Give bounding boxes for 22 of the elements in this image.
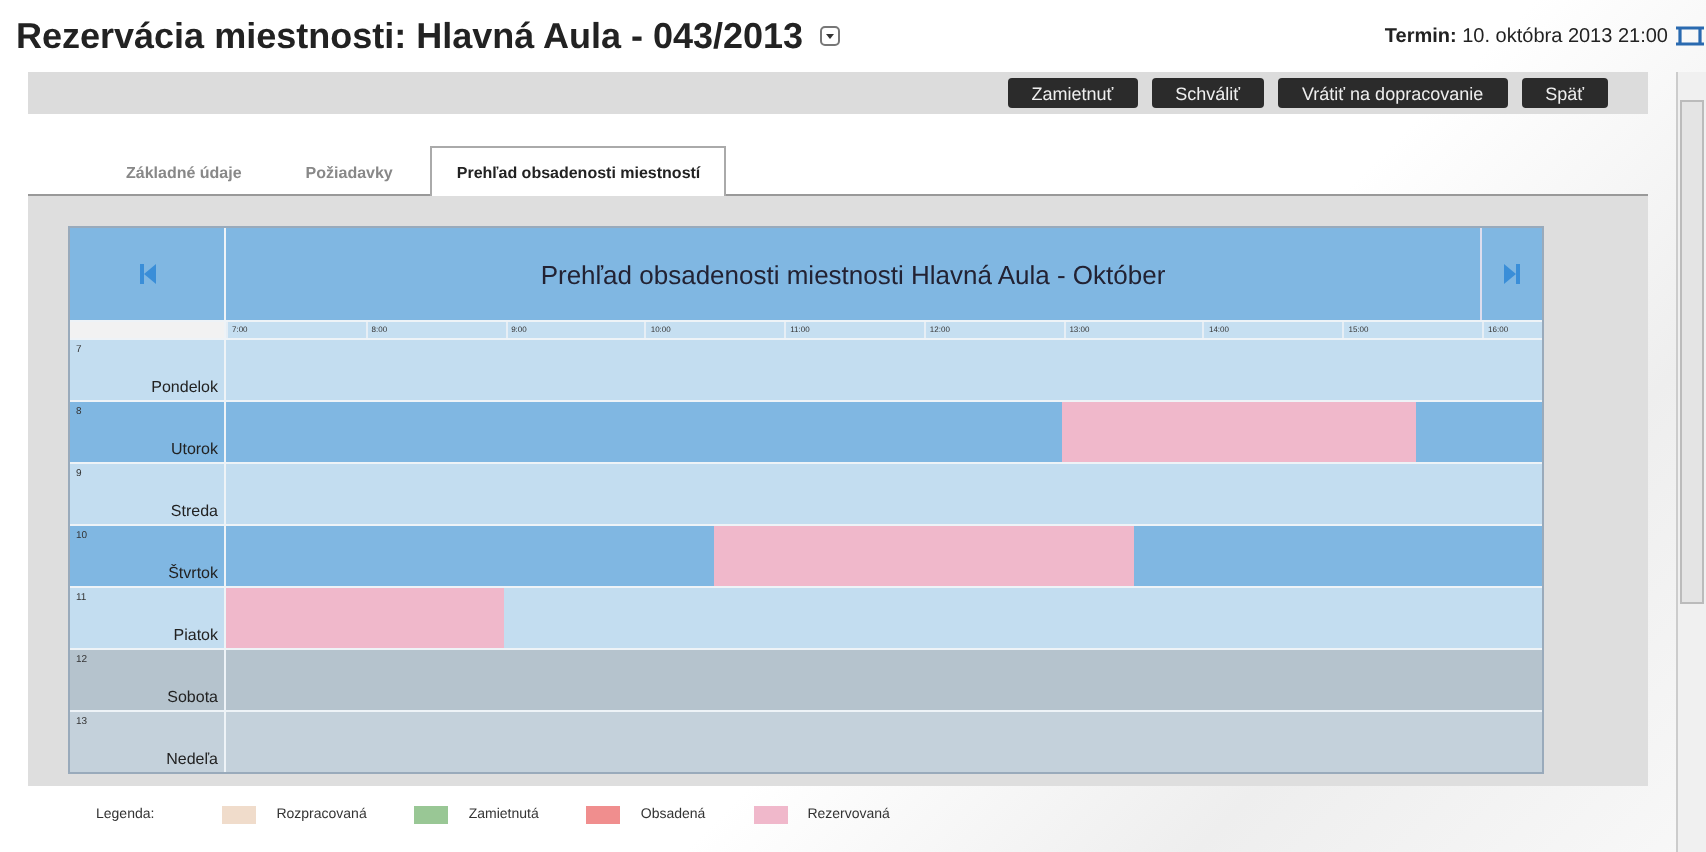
scrollbar[interactable]: [1676, 72, 1706, 852]
day-name: Pondelok: [151, 378, 218, 396]
term-text: Termin: 10. októbra 2013 21:00: [1384, 25, 1668, 47]
day-name: Streda: [170, 502, 218, 520]
tab[interactable]: Základné údaje: [100, 146, 268, 196]
day-name: Štvrtok: [168, 564, 218, 582]
resize-icon[interactable]: [1674, 24, 1706, 48]
day-name: Piatok: [173, 626, 218, 644]
previous-icon[interactable]: [139, 264, 155, 284]
tab[interactable]: Požiadavky: [279, 146, 419, 196]
action-button[interactable]: Schváliť: [1151, 78, 1264, 108]
next-icon[interactable]: [1504, 264, 1520, 284]
day-name: Nedeľa: [166, 750, 218, 768]
action-button[interactable]: Zamietnuť: [1007, 78, 1138, 108]
action-button[interactable]: Späť: [1521, 78, 1608, 108]
day-name: Utorok: [170, 440, 218, 458]
dropdown-icon[interactable]: [819, 26, 840, 46]
day-name: Sobota: [167, 688, 218, 706]
tab[interactable]: Prehľad obsadenosti miestností: [430, 146, 727, 196]
page-title: Rezervácia miestnosti: Hlavná Aula - 043/2013: [16, 15, 804, 57]
calendar-title: Prehľad obsadenosti miestnosti Hlavná Aula - Október: [538, 259, 1168, 289]
action-button[interactable]: Vrátiť na dopracovanie: [1278, 78, 1508, 108]
